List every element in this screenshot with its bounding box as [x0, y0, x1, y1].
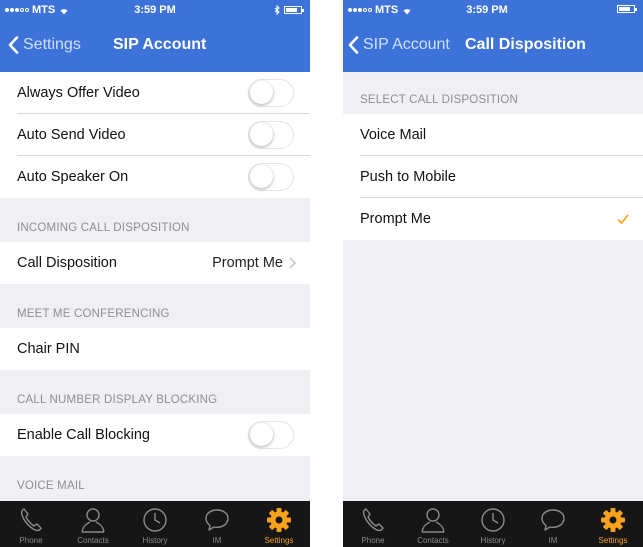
page-title: SIP Account — [113, 36, 207, 53]
tab-label: History — [480, 536, 506, 545]
tab-contacts[interactable]: Contacts — [403, 501, 463, 547]
tab-bar: Phone Contacts History IM Settings — [343, 501, 643, 547]
tab-label: History — [142, 536, 168, 545]
battery-icon — [284, 6, 304, 14]
section-header-blocking: CALL NUMBER DISPLAY BLOCKING — [0, 370, 310, 414]
option-label: Push to Mobile — [360, 169, 456, 185]
toggle-knob — [250, 423, 273, 446]
tab-settings[interactable]: Settings — [583, 501, 643, 547]
navigation-bar: SIP Account Call Disposition — [343, 20, 643, 72]
back-label: Settings — [23, 36, 81, 53]
section-header-meet-me: MEET ME CONFERENCING — [0, 284, 310, 328]
chevron-left-icon — [348, 36, 359, 54]
section-header-incoming: INCOMING CALL DISPOSITION — [0, 198, 310, 242]
auto-send-video-label: Auto Send Video — [17, 127, 126, 143]
page-title: Call Disposition — [465, 36, 586, 53]
back-button[interactable]: Settings — [8, 36, 81, 54]
auto-speaker-on-label: Auto Speaker On — [17, 169, 129, 185]
history-icon — [143, 508, 167, 532]
tab-label: IM — [548, 536, 558, 545]
call-disposition-value: Prompt Me — [212, 255, 283, 271]
chevron-left-icon — [8, 36, 19, 54]
back-button[interactable]: SIP Account — [348, 36, 450, 54]
chat-bubble-icon — [205, 509, 229, 531]
back-label: SIP Account — [363, 36, 450, 53]
tab-phone[interactable]: Phone — [343, 501, 403, 547]
gear-icon — [267, 508, 291, 532]
tab-label: Phone — [361, 536, 385, 545]
tab-bar: Phone Contacts History IM Settings — [0, 501, 310, 547]
tab-label: Contacts — [77, 536, 109, 545]
auto-speaker-on-toggle[interactable] — [248, 163, 294, 191]
tab-label: Settings — [264, 536, 294, 545]
auto-send-video-toggle[interactable] — [248, 121, 294, 149]
enable-call-blocking-row: Enable Call Blocking — [0, 414, 310, 456]
tab-history[interactable]: History — [463, 501, 523, 547]
chair-pin-label: Chair PIN — [17, 341, 80, 357]
tab-label: Phone — [19, 536, 43, 545]
tab-im[interactable]: IM — [523, 501, 583, 547]
contacts-icon — [81, 508, 105, 533]
chat-bubble-icon — [541, 509, 565, 531]
tab-label: IM — [212, 536, 222, 545]
sip-account-screen: MTS 3:59 PM Settings SIP Account Always … — [0, 0, 310, 547]
status-time: 3:59 PM — [134, 4, 176, 16]
auto-send-video-row: Auto Send Video — [0, 114, 310, 156]
status-bar: MTS 3:59 PM — [0, 0, 310, 20]
contacts-icon — [421, 508, 445, 533]
tab-im[interactable]: IM — [186, 501, 248, 547]
toggle-knob — [250, 123, 273, 146]
option-push-to-mobile[interactable]: Push to Mobile — [343, 156, 643, 198]
always-offer-video-label: Always Offer Video — [17, 85, 140, 101]
status-time: 3:59 PM — [466, 4, 508, 16]
chevron-right-icon — [289, 257, 296, 269]
phone-icon — [20, 508, 42, 532]
chair-pin-row[interactable]: Chair PIN — [0, 328, 310, 370]
toggle-knob — [250, 165, 273, 188]
call-disposition-screen: MTS 3:59 PM SIP Account Call Disposition… — [343, 0, 643, 547]
tab-contacts[interactable]: Contacts — [62, 501, 124, 547]
navigation-bar: Settings SIP Account — [0, 20, 310, 72]
checkmark-icon — [617, 214, 629, 224]
enable-call-blocking-toggle[interactable] — [248, 421, 294, 449]
tab-history[interactable]: History — [124, 501, 186, 547]
call-disposition-label: Call Disposition — [17, 255, 117, 271]
history-icon — [481, 508, 505, 532]
always-offer-video-toggle[interactable] — [248, 79, 294, 107]
option-label: Voice Mail — [360, 127, 427, 143]
auto-speaker-on-row: Auto Speaker On — [0, 156, 310, 198]
tab-settings[interactable]: Settings — [248, 501, 310, 547]
gear-icon — [601, 508, 625, 532]
always-offer-video-row: Always Offer Video — [0, 72, 310, 114]
option-prompt-me[interactable]: Prompt Me — [343, 198, 643, 240]
settings-list: Always Offer Video Auto Send Video Auto … — [0, 72, 310, 501]
call-disposition-row[interactable]: Call Disposition Prompt Me — [0, 242, 310, 284]
tab-label: Settings — [598, 536, 628, 545]
battery-icon — [617, 5, 637, 13]
tab-label: Contacts — [417, 536, 449, 545]
section-header-voice-mail: VOICE MAIL — [0, 456, 310, 500]
disposition-list: SELECT CALL DISPOSITION Voice Mail Push … — [343, 72, 643, 501]
bluetooth-icon — [274, 5, 280, 15]
option-voice-mail[interactable]: Voice Mail — [343, 114, 643, 156]
enable-call-blocking-label: Enable Call Blocking — [17, 427, 150, 443]
phone-icon — [362, 508, 384, 532]
option-label: Prompt Me — [360, 211, 431, 227]
toggle-knob — [250, 81, 273, 104]
section-header-select: SELECT CALL DISPOSITION — [343, 72, 643, 114]
status-bar: MTS 3:59 PM — [343, 0, 643, 20]
tab-phone[interactable]: Phone — [0, 501, 62, 547]
